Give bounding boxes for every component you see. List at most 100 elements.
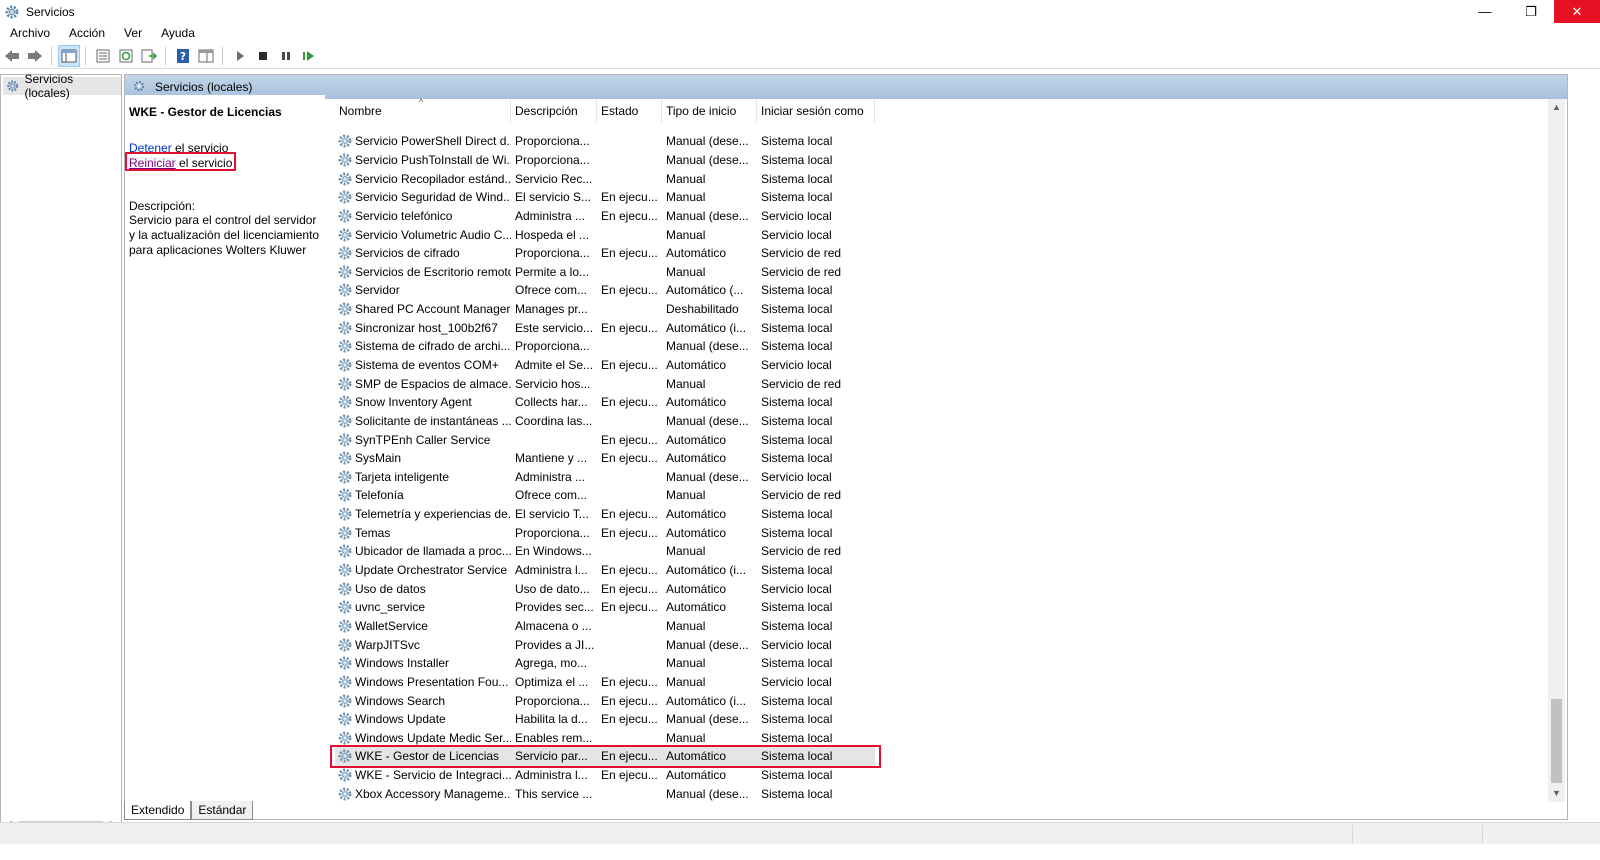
table-row[interactable]: Tarjeta inteligente Administra ... Manual … [335,468,875,487]
service-startup-type: Manual (dese... [666,712,749,727]
menu-ver[interactable]: Ver [114,26,151,40]
service-startup-type: Manual (dese... [666,339,749,354]
menu-archivo[interactable]: Archivo [0,26,59,40]
table-row[interactable]: Windows Presentation Fou... Optimiza el .… [335,673,875,692]
table-row[interactable]: Windows Update Medic Ser... Enables rem..… [335,729,875,748]
service-name: Ubicador de llamada a proc... [335,543,511,559]
service-startup-type: Deshabilitado [666,302,739,317]
table-row[interactable]: Servicio Seguridad de Wind... El servicio… [335,188,875,207]
scroll-down-icon[interactable]: ▼ [1548,785,1565,802]
service-description: Habilita la d... [515,712,588,727]
service-name-text: Ubicador de llamada a proc... [355,544,511,559]
column-header-tipo-inicio[interactable]: Tipo de inicio [662,99,757,123]
toolbar: ? [0,44,1600,69]
close-button[interactable]: ✕ [1554,0,1600,23]
service-name-text: Servicio PushToInstall de Wi... [355,152,511,167]
minimize-button[interactable]: — [1462,0,1508,23]
table-row[interactable]: Snow Inventory Agent Collects har... En ej… [335,393,875,412]
menu-ayuda[interactable]: Ayuda [151,26,204,40]
table-row[interactable]: Windows Installer Agrega, mo... Manual Sist… [335,654,875,673]
service-gear-icon [338,712,352,726]
table-row[interactable]: WKE - Servicio de Integraci... Administra… [335,766,875,785]
table-row[interactable]: Servicios de cifrado Proporciona... En eje… [335,244,875,263]
table-row[interactable]: Xbox Accessory Manageme... This service .… [335,784,875,803]
table-row[interactable]: Ubicador de llamada a proc... En Windows.… [335,542,875,561]
table-row[interactable]: Sincronizar host_100b2f67 Este servicio..… [335,318,875,337]
back-arrow-icon[interactable] [1,45,23,67]
service-status: En ejecu... [601,563,658,578]
table-row[interactable]: Uso de datos Uso de dato... En ejecu... Aut… [335,579,875,598]
service-description: Almacena o ... [515,618,592,633]
list-vertical-scrollbar[interactable]: ▲ ▼ [1548,99,1565,802]
service-logon-as: Servicio local [761,637,832,652]
help-icon[interactable]: ? [172,45,194,67]
table-row[interactable]: Servicio PushToInstall de Wi... Proporcio… [335,151,875,170]
table-row[interactable]: WalletService Almacena o ... Manual Sistema… [335,617,875,636]
forward-arrow-icon[interactable] [24,45,46,67]
table-row[interactable]: Windows Update Habilita la d... En ejecu..… [335,710,875,729]
table-row[interactable]: Telemetría y experiencias de... El servic… [335,505,875,524]
show-tree-icon[interactable] [58,45,80,67]
column-header-descripcion[interactable]: Descripción [511,99,597,123]
table-row[interactable]: Servicio Volumetric Audio C... Hospeda el… [335,225,875,244]
scroll-up-icon[interactable]: ▲ [1548,99,1565,116]
tree-item-services-local[interactable]: Servicios (locales) [3,72,121,100]
service-gear-icon [338,470,352,484]
table-row[interactable]: Sistema de cifrado de archi... Proporcion… [335,337,875,356]
service-gear-icon [338,731,352,745]
service-description: Optimiza el ... [515,674,589,689]
service-logon-as: Sistema local [761,302,833,317]
refresh-icon[interactable] [115,45,137,67]
table-row[interactable]: Update Orchestrator Service Administra l.… [335,561,875,580]
pause-service-icon[interactable] [275,45,297,67]
tab-extendido[interactable]: Extendido [124,801,192,820]
service-description: Este servicio... [515,320,594,335]
table-row[interactable]: Servicio telefónico Administra ... En ejec… [335,207,875,226]
service-name: WKE - Servicio de Integraci... [335,767,511,783]
service-status: En ejecu... [601,525,658,540]
column-header-nombre[interactable]: ^ Nombre [335,97,511,123]
restore-button[interactable]: ❐ [1508,0,1554,23]
table-row[interactable]: Temas Proporciona... En ejecu... Automático… [335,523,875,542]
service-gear-icon [338,787,352,801]
service-name: Windows Presentation Fou... [335,674,511,690]
table-row[interactable]: Telefonía Ofrece com... Manual Servicio de … [335,486,875,505]
column-header-iniciar-sesion[interactable]: Iniciar sesión como [757,99,875,123]
table-row[interactable]: Servidor Ofrece com... En ejecu... Automáti… [335,281,875,300]
column-header-estado[interactable]: Estado [597,99,662,123]
table-row[interactable]: Servicios de Escritorio remoto Permite a … [335,262,875,281]
stop-service-icon[interactable] [252,45,274,67]
service-gear-icon [338,153,352,167]
service-description: Proporciona... [515,693,590,708]
console-tree-pane: Servicios (locales) ❮ ❯ [0,72,122,838]
export-list-icon[interactable] [138,45,160,67]
console-view-icon[interactable] [195,45,217,67]
table-row[interactable]: Shared PC Account Manager Manages pr... De… [335,300,875,319]
table-row[interactable]: Servicio Recopilador estánd... Servicio R… [335,169,875,188]
table-row[interactable]: Solicitante de instantáneas ... Coordina … [335,412,875,431]
service-name: Solicitante de instantáneas ... [335,413,511,429]
service-name-text: Servicios de cifrado [355,246,460,261]
service-logon-as: Sistema local [761,786,833,801]
table-row[interactable]: Servicio PowerShell Direct d... Proporcio… [335,132,875,151]
table-row[interactable]: SysMain Mantiene y ... En ejecu... Automáti… [335,449,875,468]
table-row[interactable]: SynTPEnh Caller Service En ejecu... Automá… [335,430,875,449]
start-service-icon[interactable] [229,45,251,67]
table-row[interactable]: SMP de Espacios de almace... Servicio hos… [335,374,875,393]
service-description: Provides a JI... [515,637,595,652]
services-gear-icon [5,5,19,18]
tab-estandar[interactable]: Estándar [191,801,254,820]
service-status: En ejecu... [601,283,658,298]
service-logon-as: Sistema local [761,283,833,298]
table-row[interactable]: Sistema de eventos COM+ Admite el Se... En… [335,356,875,375]
service-logon-as: Sistema local [761,432,833,447]
resume-service-icon[interactable] [298,45,320,67]
menu-accion[interactable]: Acción [59,26,114,40]
table-row[interactable]: Windows Search Proporciona... En ejecu... A… [335,691,875,710]
table-row[interactable]: uvnc_service Provides sec... En ejecu... Au… [335,598,875,617]
table-row[interactable]: WarpJITSvc Provides a JI... Manual (dese..… [335,635,875,654]
service-gear-icon [338,488,352,502]
service-name: Servicio PowerShell Direct d... [335,133,511,149]
scroll-thumb[interactable] [1551,699,1562,783]
properties-icon[interactable] [92,45,114,67]
